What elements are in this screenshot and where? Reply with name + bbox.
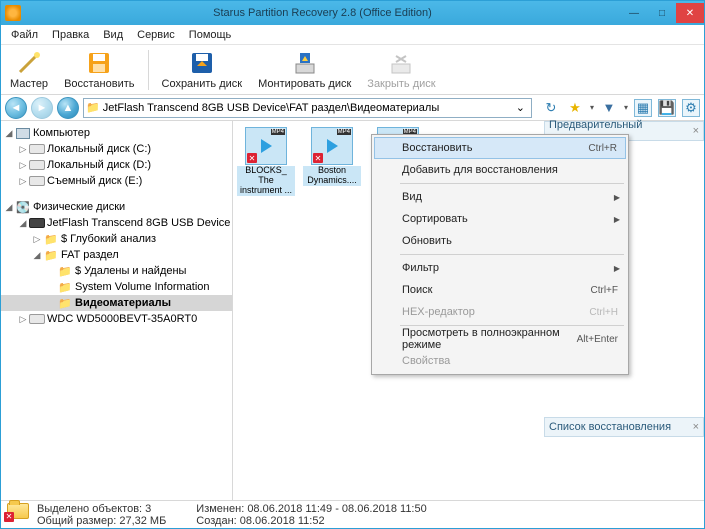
separator bbox=[400, 325, 624, 326]
usb-icon bbox=[29, 216, 45, 230]
nav-forward-button[interactable]: ► bbox=[31, 97, 53, 119]
save-icon[interactable]: 💾 bbox=[658, 99, 676, 117]
floppy-orange-icon bbox=[85, 49, 113, 77]
save-disk-button[interactable]: Сохранить диск bbox=[159, 47, 246, 92]
status-bar: ✕ Выделено объектов: 3 Общий размер: 27,… bbox=[1, 500, 704, 528]
ctx-hex-editor: HEX-редакторCtrl+H bbox=[374, 301, 626, 323]
tree-jetflash[interactable]: ◢JetFlash Transcend 8GB USB Device bbox=[1, 215, 232, 231]
ctx-recover[interactable]: ВосстановитьCtrl+R bbox=[374, 137, 626, 159]
toolbar: Мастер Восстановить Сохранить диск Монти… bbox=[1, 45, 704, 95]
close-icon[interactable]: × bbox=[693, 421, 699, 433]
menu-view[interactable]: Вид bbox=[97, 27, 129, 43]
ctx-properties: Свойства bbox=[374, 350, 626, 372]
close-icon[interactable]: × bbox=[693, 125, 699, 137]
window-title: Starus Partition Recovery 2.8 (Office Ed… bbox=[25, 7, 620, 19]
refresh-icon[interactable]: ↻ bbox=[542, 99, 560, 117]
recover-button[interactable]: Восстановить bbox=[61, 47, 137, 92]
minimize-button[interactable]: — bbox=[620, 3, 648, 23]
menu-service[interactable]: Сервис bbox=[131, 27, 181, 43]
drive-icon bbox=[29, 174, 45, 188]
mount-disk-button[interactable]: Монтировать диск bbox=[255, 47, 354, 92]
tree-svi[interactable]: 📁System Volume Information bbox=[1, 279, 232, 295]
menu-edit[interactable]: Правка bbox=[46, 27, 95, 43]
path-folder-icon: 📁 bbox=[86, 101, 100, 114]
tree-deep-analysis[interactable]: ▷📁$ Глубокий анализ bbox=[1, 231, 232, 247]
separator bbox=[400, 254, 624, 255]
tree-computer[interactable]: ◢Компьютер bbox=[1, 125, 232, 141]
ctx-add-for-recovery[interactable]: Добавить для восстановления bbox=[374, 159, 626, 181]
ctx-view[interactable]: Вид bbox=[374, 186, 626, 208]
app-icon bbox=[5, 5, 21, 21]
options-icon[interactable]: ⚙ bbox=[682, 99, 700, 117]
floppy-blue-icon bbox=[188, 49, 216, 77]
menu-file[interactable]: Файл bbox=[5, 27, 44, 43]
tree-video-materials[interactable]: 📁Видеоматериалы bbox=[1, 295, 232, 311]
recovery-list-panel-header[interactable]: Список восстановления× bbox=[544, 417, 704, 437]
drive-icon bbox=[29, 158, 45, 172]
tree-wdc[interactable]: ▷WDC WD5000BEVT-35A0RT0 bbox=[1, 311, 232, 327]
wizard-button[interactable]: Мастер bbox=[7, 47, 51, 92]
deleted-mark-icon: ✕ bbox=[313, 153, 323, 163]
star-icon[interactable]: ★ bbox=[566, 99, 584, 117]
ctx-sort[interactable]: Сортировать bbox=[374, 208, 626, 230]
tree-deleted-found[interactable]: 📁$ Удалены и найдены bbox=[1, 263, 232, 279]
ctx-refresh[interactable]: Обновить bbox=[374, 230, 626, 252]
address-bar: ◄ ► ▲ 📁 JetFlash Transcend 8GB USB Devic… bbox=[1, 95, 704, 121]
titlebar: Starus Partition Recovery 2.8 (Office Ed… bbox=[1, 1, 704, 25]
file-item[interactable]: MP4✕ Boston Dynamics.... bbox=[303, 127, 361, 196]
folder-icon: 📁 bbox=[57, 280, 73, 294]
folder-tree[interactable]: ◢Компьютер ▷Локальный диск (C:) ▷Локальн… bbox=[1, 121, 233, 501]
folder-deleted-icon: ✕ bbox=[7, 503, 31, 527]
file-label: BLOCKS_ The instrument ... bbox=[237, 166, 295, 196]
ctx-search[interactable]: ПоискCtrl+F bbox=[374, 279, 626, 301]
maximize-button[interactable]: □ bbox=[648, 3, 676, 23]
folder-icon: 📁 bbox=[57, 296, 73, 310]
drive-icon bbox=[29, 142, 45, 156]
dropdown-icon[interactable]: ▾ bbox=[624, 103, 628, 112]
tree-local-d[interactable]: ▷Локальный диск (D:) bbox=[1, 157, 232, 173]
path-text: JetFlash Transcend 8GB USB Device\FAT ра… bbox=[103, 102, 440, 114]
tree-fat-partition[interactable]: ◢📁FAT раздел bbox=[1, 247, 232, 263]
close-disk-icon bbox=[387, 49, 415, 77]
close-disk-button: Закрыть диск bbox=[364, 47, 438, 92]
context-menu: ВосстановитьCtrl+R Добавить для восстано… bbox=[371, 134, 629, 375]
folder-icon: 📁 bbox=[43, 232, 59, 246]
folder-icon: 📁 bbox=[43, 248, 59, 262]
path-dropdown-icon[interactable]: ⌄ bbox=[512, 101, 529, 114]
menubar: Файл Правка Вид Сервис Помощь bbox=[1, 25, 704, 45]
nav-back-button[interactable]: ◄ bbox=[5, 97, 27, 119]
tree-removable-e[interactable]: ▷Съемный диск (E:) bbox=[1, 173, 232, 189]
view-mode-icon[interactable]: ▦ bbox=[634, 99, 652, 117]
tree-local-c[interactable]: ▷Локальный диск (C:) bbox=[1, 141, 232, 157]
disks-icon: 💽 bbox=[15, 200, 31, 214]
path-input[interactable]: 📁 JetFlash Transcend 8GB USB Device\FAT … bbox=[83, 98, 532, 118]
filter-icon[interactable]: ▼ bbox=[600, 99, 618, 117]
file-label: Boston Dynamics.... bbox=[303, 166, 361, 186]
deleted-mark-icon: ✕ bbox=[247, 153, 257, 163]
nav-up-button[interactable]: ▲ bbox=[57, 97, 79, 119]
hdd-icon bbox=[29, 312, 45, 326]
dropdown-icon[interactable]: ▾ bbox=[590, 103, 594, 112]
file-item[interactable]: MP4✕ BLOCKS_ The instrument ... bbox=[237, 127, 295, 196]
ctx-fullscreen[interactable]: Просмотреть в полноэкранном режимеAlt+En… bbox=[374, 328, 626, 350]
play-icon bbox=[261, 139, 272, 153]
wand-icon bbox=[15, 49, 43, 77]
close-button[interactable]: ✕ bbox=[676, 3, 704, 23]
tree-physical-disks[interactable]: ◢💽Физические диски bbox=[1, 199, 232, 215]
separator bbox=[400, 183, 624, 184]
play-icon bbox=[327, 139, 338, 153]
computer-icon bbox=[15, 126, 31, 140]
ctx-filter[interactable]: Фильтр bbox=[374, 257, 626, 279]
menu-help[interactable]: Помощь bbox=[183, 27, 238, 43]
separator bbox=[148, 50, 149, 90]
mount-icon bbox=[291, 49, 319, 77]
folder-icon: 📁 bbox=[57, 264, 73, 278]
